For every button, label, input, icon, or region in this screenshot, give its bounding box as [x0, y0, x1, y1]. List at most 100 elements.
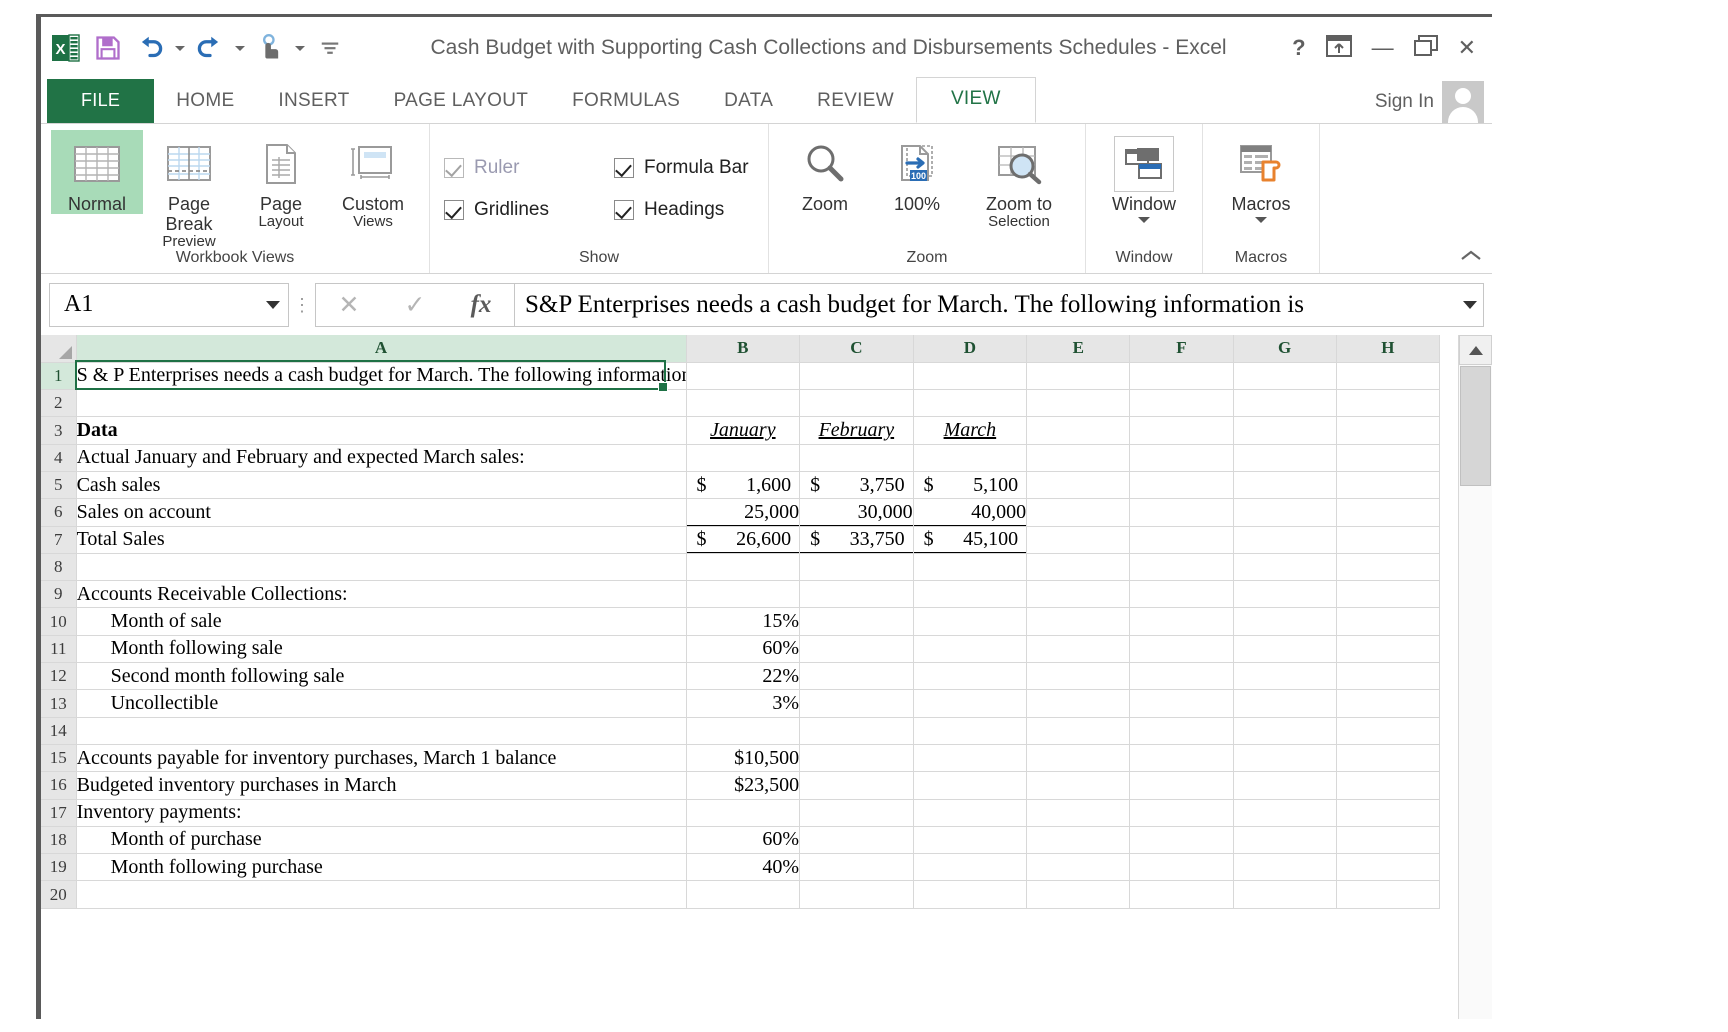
cell-e16[interactable] — [1027, 772, 1130, 799]
cell-a15[interactable]: Accounts payable for inventory purchases… — [76, 744, 686, 771]
tab-page-layout[interactable]: PAGE LAYOUT — [372, 80, 551, 123]
cell-f11[interactable] — [1130, 635, 1233, 662]
cell-f18[interactable] — [1130, 826, 1233, 853]
cell-g4[interactable] — [1233, 444, 1336, 471]
button-page-break-preview[interactable]: Page Break Preview — [143, 130, 235, 251]
tab-file[interactable]: FILE — [47, 79, 154, 123]
cell-d15[interactable] — [913, 744, 1027, 771]
cell-a5[interactable]: Cash sales — [76, 471, 686, 498]
cell-b14[interactable] — [686, 717, 800, 744]
redo-dropdown-icon[interactable] — [233, 29, 247, 67]
cell-c11[interactable] — [800, 635, 914, 662]
cell-d17[interactable] — [913, 799, 1027, 826]
cell-h13[interactable] — [1336, 690, 1439, 717]
row-header-7[interactable]: 7 — [41, 526, 76, 553]
cell-c9[interactable] — [800, 581, 914, 608]
cell-h6[interactable] — [1336, 499, 1439, 526]
cell-e11[interactable] — [1027, 635, 1130, 662]
restore-button[interactable] — [1414, 35, 1438, 61]
button-switch-windows[interactable]: Window — [1096, 130, 1192, 223]
cell-f7[interactable] — [1130, 526, 1233, 553]
cell-b9[interactable] — [686, 581, 800, 608]
cell-d8[interactable] — [913, 553, 1027, 580]
cell-a10[interactable]: Month of sale — [76, 608, 686, 635]
checkbox-headings[interactable]: Headings — [614, 199, 754, 221]
cell-a16[interactable]: Budgeted inventory purchases in March — [76, 772, 686, 799]
cell-g6[interactable] — [1233, 499, 1336, 526]
insert-function-button[interactable]: fx — [448, 291, 514, 319]
cell-h16[interactable] — [1336, 772, 1439, 799]
tab-home[interactable]: HOME — [154, 80, 256, 123]
button-macros[interactable]: Macros — [1213, 130, 1309, 223]
cell-d5[interactable]: $5,100 — [913, 471, 1027, 498]
cell-b13[interactable]: 3% — [686, 690, 800, 717]
cell-c19[interactable] — [800, 854, 914, 881]
row-header-15[interactable]: 15 — [41, 744, 76, 771]
cell-e1[interactable] — [1027, 362, 1130, 389]
cell-e20[interactable] — [1027, 881, 1130, 908]
cell-c12[interactable] — [800, 663, 914, 690]
button-normal-view[interactable]: Normal — [51, 130, 143, 214]
cell-b2[interactable] — [686, 390, 800, 417]
cell-h1[interactable] — [1336, 362, 1439, 389]
cell-h7[interactable] — [1336, 526, 1439, 553]
cell-d4[interactable] — [913, 444, 1027, 471]
cell-a9[interactable]: Accounts Receivable Collections: — [76, 581, 686, 608]
cell-c1[interactable] — [800, 362, 914, 389]
cell-h2[interactable] — [1336, 390, 1439, 417]
row-header-8[interactable]: 8 — [41, 553, 76, 580]
cell-b11[interactable]: 60% — [686, 635, 800, 662]
cell-f20[interactable] — [1130, 881, 1233, 908]
cell-d2[interactable] — [913, 390, 1027, 417]
button-custom-views[interactable]: Custom Views — [327, 130, 419, 231]
cell-b15[interactable]: $10,500 — [686, 744, 800, 771]
cell-g16[interactable] — [1233, 772, 1336, 799]
cell-f3[interactable] — [1130, 417, 1233, 444]
checkbox-ruler[interactable]: Ruler — [444, 157, 584, 179]
button-zoom-100[interactable]: 100 100% — [871, 130, 963, 214]
checkbox-headings-box[interactable] — [614, 200, 634, 220]
cell-f17[interactable] — [1130, 799, 1233, 826]
select-all-corner[interactable] — [41, 335, 76, 362]
cell-g18[interactable] — [1233, 826, 1336, 853]
cell-f16[interactable] — [1130, 772, 1233, 799]
row-header-3[interactable]: 3 — [41, 417, 76, 444]
cell-d20[interactable] — [913, 881, 1027, 908]
cell-h15[interactable] — [1336, 744, 1439, 771]
cell-c16[interactable] — [800, 772, 914, 799]
cell-d13[interactable] — [913, 690, 1027, 717]
signin-link[interactable]: Sign In — [1375, 91, 1434, 113]
column-header-b[interactable]: B — [686, 335, 800, 362]
cell-b1[interactable] — [686, 362, 800, 389]
scrollbar-thumb[interactable] — [1460, 366, 1491, 486]
column-header-c[interactable]: C — [800, 335, 914, 362]
name-box[interactable]: A1 — [49, 283, 289, 327]
scroll-up-button[interactable] — [1459, 335, 1492, 365]
cell-g11[interactable] — [1233, 635, 1336, 662]
cell-g19[interactable] — [1233, 854, 1336, 881]
cell-c20[interactable] — [800, 881, 914, 908]
tab-insert[interactable]: INSERT — [256, 80, 371, 123]
cell-b10[interactable]: 15% — [686, 608, 800, 635]
cell-a14[interactable] — [76, 717, 686, 744]
cell-a4[interactable]: Actual January and February and expected… — [76, 444, 686, 471]
cell-h19[interactable] — [1336, 854, 1439, 881]
cell-h10[interactable] — [1336, 608, 1439, 635]
cell-b3[interactable]: January — [686, 417, 800, 444]
touch-mode-dropdown-icon[interactable] — [293, 29, 307, 67]
row-header-20[interactable]: 20 — [41, 881, 76, 908]
row-header-1[interactable]: 1 — [41, 362, 76, 389]
cell-e19[interactable] — [1027, 854, 1130, 881]
column-header-h[interactable]: H — [1336, 335, 1439, 362]
button-page-layout-view[interactable]: Page Layout — [235, 130, 327, 231]
ribbon-display-options-icon[interactable] — [1326, 35, 1352, 61]
avatar[interactable] — [1442, 81, 1484, 123]
cell-a11[interactable]: Month following sale — [76, 635, 686, 662]
cell-c17[interactable] — [800, 799, 914, 826]
close-button[interactable]: ✕ — [1458, 37, 1476, 59]
cell-f13[interactable] — [1130, 690, 1233, 717]
button-zoom[interactable]: Zoom — [779, 130, 871, 214]
row-header-18[interactable]: 18 — [41, 826, 76, 853]
row-header-9[interactable]: 9 — [41, 581, 76, 608]
cell-g8[interactable] — [1233, 553, 1336, 580]
